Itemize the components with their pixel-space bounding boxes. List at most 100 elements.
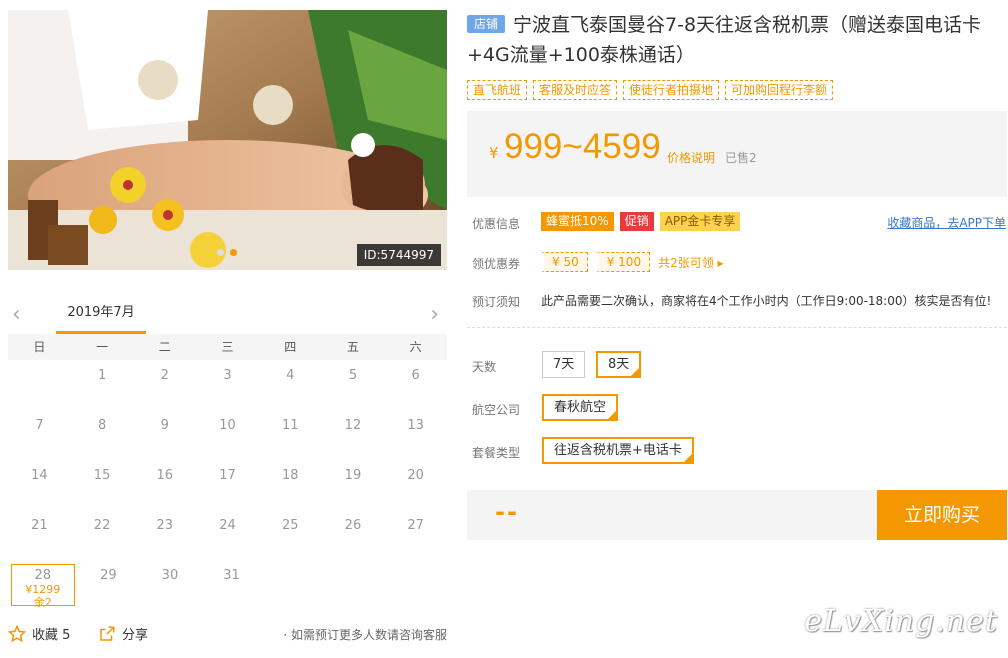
star-icon [8, 624, 26, 642]
calendar-next-button[interactable]: › [430, 302, 439, 327]
watermark: eLvXing.net [804, 604, 998, 639]
coupon-label: 领优惠券 [472, 257, 521, 271]
price-currency: ¥ [489, 144, 499, 162]
calendar-week-row: 7 8 9 10 11 12 13 [8, 410, 447, 460]
buy-bar: -- 立即购买 [467, 490, 1007, 540]
calendar-day-stock: 余2 [33, 596, 52, 609]
option-airline[interactable]: 春秋航空 [542, 394, 619, 421]
promo-badges: 蜂蜜抵10% 促销 APP金卡专享 [541, 212, 741, 231]
option-package[interactable]: 往返含税机票+电话卡 [542, 437, 694, 464]
promo-label: 优惠信息 [472, 217, 521, 231]
calendar-day: 8 [97, 418, 107, 433]
notice-text: 此产品需要二次确认，商家将在4个工作小时内（工作日9:00-18:00）核实是否… [541, 294, 992, 308]
calendar-day: 4 [286, 368, 295, 383]
calendar-prev-button[interactable]: ‹ [12, 302, 21, 327]
buy-now-button[interactable]: 立即购买 [877, 490, 1007, 540]
calendar-day: 29 [100, 568, 117, 583]
option-8-days[interactable]: 8天 [596, 351, 642, 378]
product-title: 店铺 宁波直飞泰国曼谷7-8天往返含税机票（赠送泰国电话卡+4G流量+100泰株通… [467, 10, 997, 70]
calendar-week-row: 14 15 16 17 18 19 20 [8, 460, 447, 510]
calendar-day: 31 [223, 568, 240, 583]
calendar-day: 23 [156, 518, 174, 533]
favorite-button[interactable]: 收藏 5 [8, 624, 70, 643]
product-tag: 使徒行者拍摄地 [623, 80, 720, 100]
calendar-day: 6 [411, 368, 420, 383]
calendar-day: 5 [348, 368, 358, 383]
product-image: ID:5744997 [8, 10, 447, 270]
calendar-day: 25 [281, 518, 299, 533]
share-button[interactable]: 分享 [98, 624, 148, 643]
product-tag: 客服及时应答 [533, 80, 618, 100]
weekday-label: 一 [96, 340, 109, 354]
calendar-day: 15 [93, 468, 111, 483]
airline-label: 航空公司 [472, 403, 521, 417]
coupon-list: ¥ 50 ¥ 100 共2张可领 ▸ [541, 252, 724, 272]
calendar-weekdays: 日 一 二 三 四 五 六 [8, 334, 447, 360]
calendar-day: 24 [219, 518, 236, 533]
calendar-grid: 日 一 二 三 四 五 六 1 2 3 4 5 6 7 8 9 10 11 12… [8, 334, 447, 610]
calendar-day: 27 [407, 518, 424, 533]
price-note-link[interactable]: 价格说明 [667, 149, 715, 166]
share-icon [100, 626, 115, 641]
calendar-day: 7 [35, 418, 44, 433]
calendar-day: 30 [161, 568, 179, 583]
calendar-day: 20 [407, 468, 424, 483]
calendar-day: 16 [156, 468, 174, 483]
calendar-day-price: ¥1299 [25, 583, 61, 596]
calendar-day: 14 [31, 468, 48, 483]
calendar-day: 2 [160, 368, 169, 383]
days-label: 天数 [472, 360, 497, 374]
calendar-week-row: 1 2 3 4 5 6 [8, 360, 447, 410]
image-id-label: ID:5744997 [356, 244, 441, 266]
product-tags: 直飞航班 客服及时应答 使徒行者拍摄地 可加购回程行李额 [467, 80, 834, 100]
coupon-more-link[interactable]: 共2张可领 ▸ [658, 254, 723, 271]
calendar-day-available[interactable]: 28 ¥1299 余2 [11, 564, 75, 609]
product-tag: 直飞航班 [467, 80, 528, 100]
sold-count: 已售2 [725, 151, 757, 165]
calendar-day-number: 28 [34, 568, 52, 583]
calendar-day: 11 [281, 418, 299, 433]
calendar-month-tab[interactable]: 2019年7月 [56, 298, 146, 334]
share-label: 分享 [122, 628, 149, 643]
promo-badge-sale: 促销 [619, 212, 654, 231]
calendar-day: 12 [344, 418, 362, 433]
calendar-day [324, 560, 386, 610]
promo-badge-app: APP金卡专享 [659, 212, 741, 231]
package-label: 套餐类型 [472, 446, 521, 460]
calendar-day: 22 [93, 518, 111, 533]
calendar-week-row: 21 22 23 24 25 26 27 [8, 510, 447, 560]
divider [467, 327, 1007, 328]
shop-badge[interactable]: 店铺 [467, 15, 506, 33]
weekday-label: 六 [409, 340, 422, 354]
calendar-header: ‹ 2019年7月 › [8, 298, 447, 334]
calendar-day: 1 [97, 368, 107, 383]
product-title-text: 宁波直飞泰国曼谷7-8天往返含税机票（赠送泰国电话卡+4G流量+100泰株通话） [467, 14, 982, 66]
calendar-day: 13 [407, 418, 424, 433]
weekday-label: 三 [221, 340, 234, 354]
calendar-day: 9 [160, 418, 169, 433]
coupon-50[interactable]: ¥ 50 [541, 252, 588, 272]
calendar-day [385, 560, 447, 610]
calendar-day: 3 [223, 368, 232, 383]
calendar-day: 21 [31, 518, 48, 533]
carousel-dot-active[interactable] [230, 249, 237, 256]
weekday-label: 二 [158, 340, 171, 354]
carousel-dot[interactable] [217, 249, 224, 256]
coupon-100[interactable]: ¥ 100 [595, 252, 651, 272]
spa-photo [8, 10, 447, 270]
buy-quantity: -- [495, 498, 519, 526]
calendar-day [8, 360, 71, 410]
notice-label: 预订须知 [472, 295, 521, 309]
weekday-label: 五 [346, 340, 359, 354]
booking-hint: · 如需预订更多人数请咨询客服 [283, 628, 447, 642]
promo-badge-honey: 蜂蜜抵10% [541, 212, 614, 231]
weekday-label: 日 [33, 340, 46, 354]
calendar-day: 26 [344, 518, 362, 533]
price-box: ¥ 999~4599 价格说明 已售2 [467, 111, 1007, 197]
favorite-app-link[interactable]: 收藏商品，去APP下单 [887, 214, 1006, 231]
option-7-days[interactable]: 7天 [542, 351, 586, 378]
calendar-day: 18 [281, 468, 299, 483]
calendar-day: 10 [219, 418, 236, 433]
calendar-day: 19 [344, 468, 362, 483]
price-range: 999~4599 [504, 127, 661, 166]
